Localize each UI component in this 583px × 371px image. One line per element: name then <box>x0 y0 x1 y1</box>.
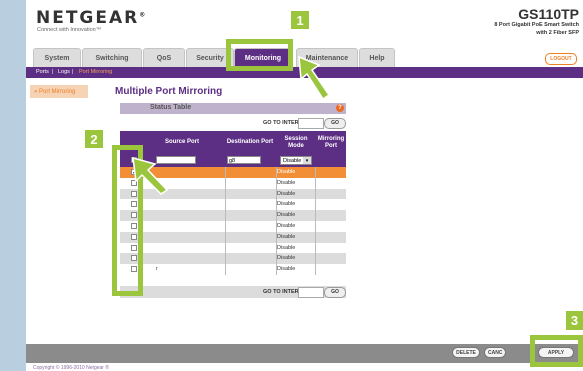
subnav-logs[interactable]: Logs <box>58 69 70 75</box>
callout-badge-1: 1 <box>291 11 309 29</box>
model-description: 8 Port Gigabit PoE Smart Switch <box>494 22 579 28</box>
arrow-icon-2 <box>132 156 169 195</box>
table-row[interactable]: Disable <box>120 210 346 221</box>
cancel-button[interactable]: CANC <box>484 347 506 358</box>
subnav-separator: | <box>52 69 54 75</box>
sidebar-item-port-mirroring[interactable]: » Port Mirroring <box>30 85 88 98</box>
tab-qos[interactable]: QoS <box>143 48 185 67</box>
subnav-port-mirroring[interactable]: Port Mirroring <box>79 69 112 75</box>
status-table-panel: Status Table ? GO TO INTERFACE GO Source… <box>120 103 346 299</box>
table-header: Source Port Destination Port Session Mode… <box>120 131 346 154</box>
goto-interface-bottom: GO TO INTERFACE GO <box>120 286 346 298</box>
chevron-down-icon: ▾ <box>303 157 311 164</box>
callout-badge-3: 3 <box>566 311 583 330</box>
tab-switching[interactable]: Switching <box>82 48 142 67</box>
column-source-port: Source Port <box>164 139 199 145</box>
column-destination-port: Destination Port <box>226 139 274 145</box>
table-row[interactable]: Disable <box>120 253 346 265</box>
highlight-monitoring-tab <box>226 39 293 71</box>
tagline: Connect with Innovation™ <box>37 27 102 33</box>
model-description-2: with 2 Fiber SFP <box>536 30 579 36</box>
table-row[interactable]: Disable <box>120 231 346 243</box>
help-icon[interactable]: ? <box>336 104 344 112</box>
subnav-ports[interactable]: Ports <box>36 69 49 75</box>
column-mirroring-port: Mirroring Port <box>317 135 345 149</box>
table-row[interactable]: Disable <box>120 199 346 211</box>
arrow-icon <box>298 55 331 101</box>
session-mode-select[interactable]: Disable ▾ <box>280 156 312 165</box>
status-table-header: Status Table ? <box>120 103 346 114</box>
goto-interface-top: GO TO INTERFACE GO <box>120 117 346 129</box>
page-title: Multiple Port Mirroring <box>115 86 223 97</box>
table-row[interactable]: r Disable <box>120 264 346 275</box>
copyright: Copyright © 1996-2010 Netgear ® <box>33 365 110 371</box>
table-row[interactable]: Disable <box>120 242 346 254</box>
logout-button[interactable]: LOGOUT <box>545 53 577 65</box>
status-table-title: Status Table <box>150 104 192 111</box>
goto-go-button[interactable]: GO <box>324 118 346 129</box>
tab-help[interactable]: Help <box>359 48 395 67</box>
subnav-separator-2: | <box>72 69 74 75</box>
goto-interface-input[interactable] <box>298 118 324 129</box>
callout-badge-2: 2 <box>85 130 103 148</box>
model-name: GS110TP <box>518 6 579 22</box>
goto-go-button-2[interactable]: GO <box>324 287 346 298</box>
column-session-mode: Session Mode <box>284 135 308 149</box>
tab-system[interactable]: System <box>33 48 81 67</box>
highlight-apply-button <box>530 335 583 367</box>
netgear-logo: NETGEAR® <box>36 8 148 28</box>
goto-interface-input-2[interactable] <box>298 287 324 298</box>
delete-button[interactable]: DELETE <box>452 347 480 358</box>
destination-port-input[interactable]: g8 <box>227 156 261 164</box>
table-row[interactable]: Disable <box>120 220 346 232</box>
